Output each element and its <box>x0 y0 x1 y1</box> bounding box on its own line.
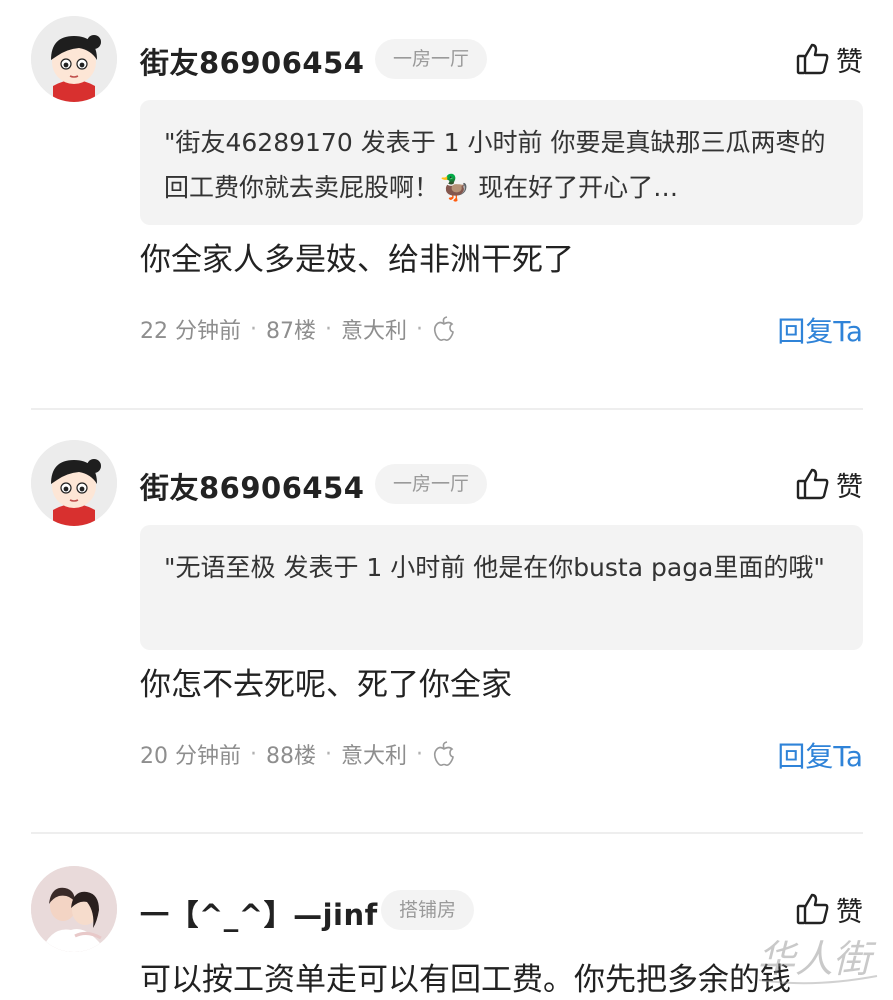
quoted-comment[interactable]: "街友46289170 发表于 1 小时前 你要是真缺那三瓜两枣的回工费你就去卖… <box>140 100 863 225</box>
comment-text: 可以按工资单走可以有回工费。你先把多余的钱 <box>140 962 791 998</box>
comment-time: 22 分钟前 <box>140 319 241 344</box>
avatar[interactable] <box>31 16 117 102</box>
cartoon-girl-avatar-icon <box>31 440 117 526</box>
apple-icon <box>433 741 454 766</box>
comment-text: 你全家人多是妓、给非洲干死了 <box>140 242 574 278</box>
separator-dot: · <box>416 741 424 767</box>
location: 意大利 <box>341 319 408 344</box>
reply-button[interactable]: 回复Ta <box>777 310 863 350</box>
floor-number: 88楼 <box>266 744 316 769</box>
thumbs-up-icon <box>796 468 829 500</box>
comment-text: 你怎不去死呢、死了你全家 <box>140 667 512 703</box>
separator-dot: · <box>325 316 332 342</box>
like-label: 赞 <box>836 471 863 503</box>
reply-button[interactable]: 回复Ta <box>777 735 863 775</box>
watermark-logo-icon: 华人街 <box>757 937 878 985</box>
separator-dot: · <box>416 316 424 342</box>
comment-item: 街友86906454 一房一厅 赞 "街友46289170 发表于 1 小时前 … <box>0 0 893 408</box>
user-level-badge: 一房一厅 <box>375 464 488 504</box>
thumbs-up-icon <box>796 43 829 75</box>
couple-photo-avatar-icon <box>31 866 117 952</box>
location: 意大利 <box>341 744 408 769</box>
separator-dot: · <box>325 741 332 767</box>
apple-icon <box>433 316 454 341</box>
comment-feed: 街友86906454 一房一厅 赞 "街友46289170 发表于 1 小时前 … <box>0 0 893 1000</box>
cartoon-girl-avatar-icon <box>31 16 117 102</box>
separator-dot: · <box>250 316 257 342</box>
like-label: 赞 <box>836 46 863 78</box>
like-button[interactable]: 赞 <box>796 39 863 79</box>
username[interactable]: 一【^_^】—jinf <box>140 892 378 934</box>
avatar[interactable] <box>31 440 117 526</box>
username[interactable]: 街友86906454 <box>140 465 364 507</box>
quoted-comment[interactable]: "无语至极 发表于 1 小时前 他是在你busta paga里面的哦" <box>140 525 863 650</box>
avatar[interactable] <box>31 866 117 952</box>
user-level-badge: 搭铺房 <box>381 890 475 930</box>
like-label: 赞 <box>836 896 863 928</box>
floor-number: 87楼 <box>266 319 316 344</box>
like-button[interactable]: 赞 <box>796 889 863 929</box>
comment-meta: 22 分钟前 · 87楼 · 意大利 · <box>140 313 456 345</box>
separator-dot: · <box>250 741 257 767</box>
like-button[interactable]: 赞 <box>796 464 863 504</box>
comment-time: 20 分钟前 <box>140 744 241 769</box>
thumbs-up-icon <box>796 893 829 925</box>
username[interactable]: 街友86906454 <box>140 40 364 82</box>
svg-text:华人街: 华人街 <box>757 937 877 981</box>
comment-item: 街友86906454 一房一厅 赞 "无语至极 发表于 1 小时前 他是在你bu… <box>0 410 893 832</box>
user-level-badge: 一房一厅 <box>375 39 488 79</box>
comment-meta: 20 分钟前 · 88楼 · 意大利 · <box>140 738 456 770</box>
watermark-logo: 华人街 <box>753 928 883 998</box>
